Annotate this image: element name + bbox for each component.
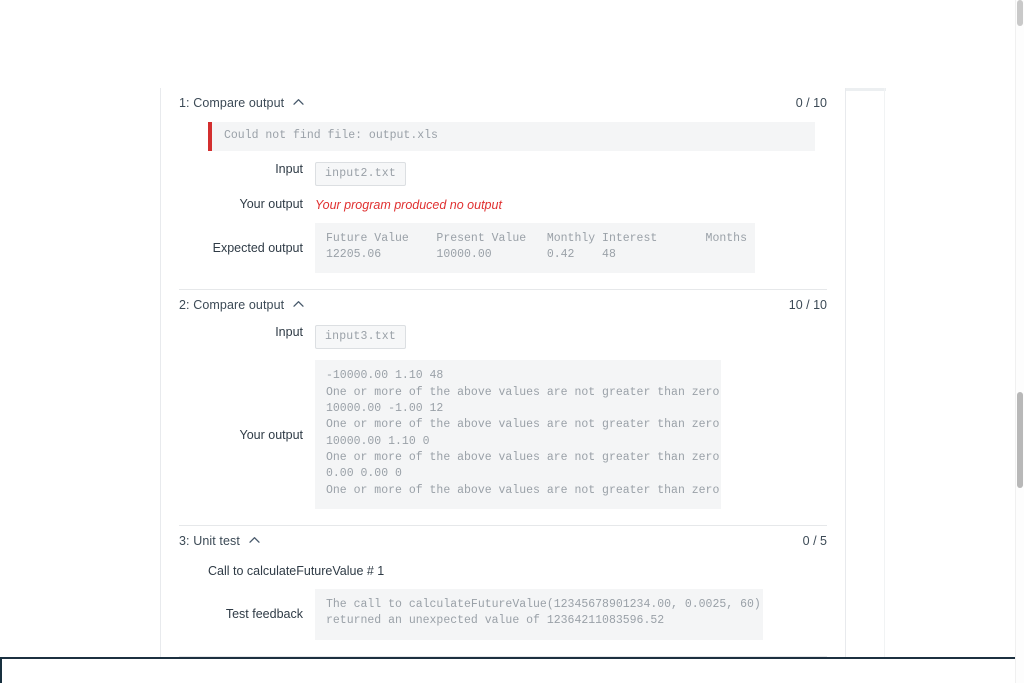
section-2-your-output-value: -10000.00 1.10 48 One or more of the abo… — [315, 360, 827, 510]
section-1-no-output-message: Your program produced no output — [315, 197, 502, 212]
section-2-title-text: 2: Compare output — [179, 298, 285, 313]
section-2-input-label: Input — [275, 325, 303, 340]
section-1-title-text: 1: Compare output — [179, 96, 285, 110]
section-1-your-output-label: Your output — [239, 196, 303, 211]
section-3-feedback-code: The call to calculateFutureValue(1234567… — [315, 589, 763, 640]
section-1-input-label: Input — [275, 161, 303, 176]
section-3-title-text: 3: Unit test — [179, 534, 240, 549]
test-section-1: 1: Compare output 0 / 10 Could not find … — [161, 88, 845, 289]
scrollbar-thumb-secondary[interactable] — [1017, 0, 1023, 26]
section-2-input-value: input3.txt — [315, 325, 827, 350]
vertical-scrollbar[interactable] — [1015, 0, 1024, 683]
section-3-header[interactable]: 3: Unit test 0 / 5 — [179, 526, 827, 550]
section-1-expected-output-value: Future Value Present Value Monthly Inter… — [315, 222, 827, 274]
section-1-alert: Could not find file: output.xls — [208, 122, 815, 151]
bottom-left-edge — [0, 657, 2, 683]
section-2-title[interactable]: 2: Compare output — [179, 298, 304, 312]
section-2-input-file-chip[interactable]: input3.txt — [315, 325, 407, 350]
chevron-up-icon[interactable] — [293, 300, 304, 308]
section-3-feedback-value: The call to calculateFutureValue(1234567… — [315, 589, 827, 640]
scrollbar-thumb[interactable] — [1017, 392, 1023, 488]
section-2-score: 10 / 10 — [788, 298, 827, 313]
section-1-expected-output-row: Expected output Future Value Present Val… — [179, 222, 827, 274]
section-2-your-output-code: -10000.00 1.10 48 One or more of the abo… — [315, 360, 721, 510]
section-1-expected-output-code: Future Value Present Value Monthly Inter… — [315, 222, 755, 274]
bottom-window-band — [0, 657, 1022, 659]
section-3-feedback-label: Test feedback — [225, 607, 303, 622]
section-1-your-output-value: Your program produced no output — [315, 197, 827, 212]
content-outer-border — [884, 88, 885, 658]
section-2-your-output-row: Your output -10000.00 1.10 48 One or mor… — [179, 360, 827, 510]
test-section-2: 2: Compare output 10 / 10 Input input3.t… — [161, 290, 845, 525]
section-3-call-title: Call to calculateFutureValue # 1 — [208, 564, 385, 579]
section-3-score: 0 / 5 — [802, 534, 827, 549]
section-2-header[interactable]: 2: Compare output 10 / 10 — [179, 290, 827, 314]
section-1-expected-output-label: Expected output — [212, 241, 303, 256]
section-1-your-output-row: Your output Your program produced no out… — [179, 197, 827, 212]
chevron-up-icon[interactable] — [293, 98, 304, 106]
test-results-panel: 1: Compare output 0 / 10 Could not find … — [161, 88, 845, 658]
section-2-your-output-label: Your output — [239, 427, 303, 442]
section-1-title[interactable]: 1: Compare output — [179, 96, 304, 110]
section-1-input-row: Input input2.txt — [179, 161, 827, 186]
chevron-up-icon[interactable] — [248, 536, 260, 544]
section-2-input-row: Input input3.txt — [179, 325, 827, 350]
test-section-3: 3: Unit test 0 / 5 Call to calculateFutu… — [161, 526, 845, 656]
browser-viewport: 1: Compare output 0 / 10 Could not find … — [0, 0, 1024, 683]
section-1-input-value: input2.txt — [315, 161, 827, 186]
section-1-score: 0 / 10 — [795, 96, 827, 110]
section-1-header[interactable]: 1: Compare output 0 / 10 — [179, 88, 827, 112]
content-right-border — [845, 88, 846, 658]
section-3-title[interactable]: 3: Unit test — [179, 534, 260, 548]
section-1-input-file-chip[interactable]: input2.txt — [315, 161, 407, 186]
section-3-feedback-row: Test feedback The call to calculateFutur… — [179, 589, 827, 640]
